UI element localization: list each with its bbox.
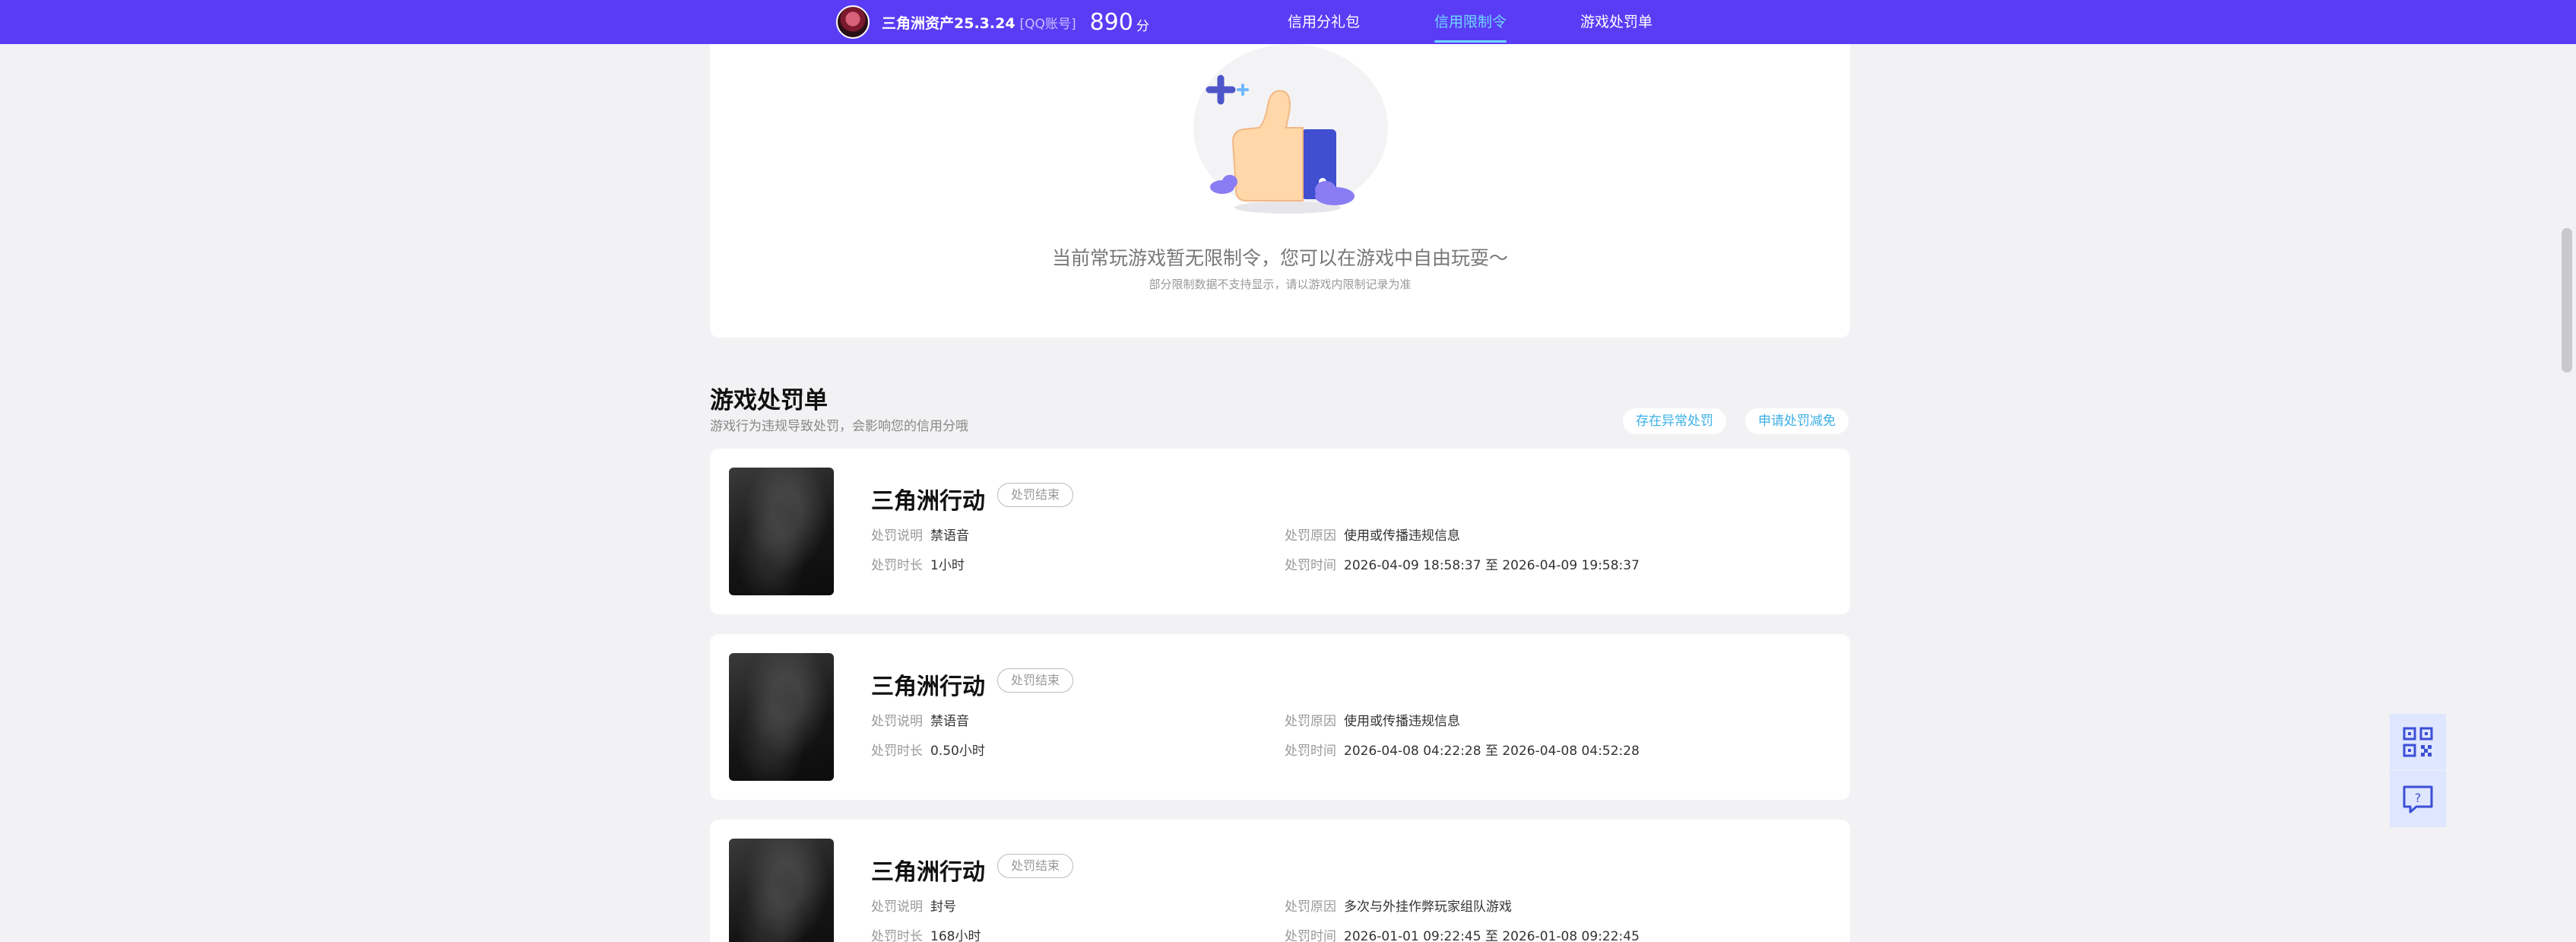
- penalty-time-row: 处罚时间 2026-01-01 09:22:45 至 2026-01-08 09:…: [1285, 925, 1640, 942]
- penalty-duration-label: 处罚时长: [871, 558, 923, 573]
- penalty-card[interactable]: 三角洲行动 处罚结束 处罚说明 禁语音 处罚时长 0.50小时 处罚原因 使用或传播违…: [710, 634, 1850, 800]
- penalty-reason-row: 处罚原因 使用或传播违规信息: [1285, 525, 1460, 544]
- section-title: 游戏处罚单: [710, 387, 828, 414]
- penalty-desc-value: 禁语音: [930, 528, 969, 544]
- penalty-desc-value: 封号: [930, 899, 956, 915]
- game-thumbnail: [729, 653, 834, 781]
- credit-score-unit: 分: [1136, 18, 1149, 34]
- penalty-time-label: 处罚时间: [1285, 558, 1336, 573]
- penalty-reason-label: 处罚原因: [1285, 714, 1336, 729]
- game-name: 三角洲行动: [871, 488, 985, 515]
- penalty-time-value: 2026-01-01 09:22:45 至 2026-01-08 09:22:4…: [1344, 929, 1640, 942]
- account-type: [QQ账号]: [1019, 16, 1076, 32]
- penalty-reason-label: 处罚原因: [1285, 528, 1336, 544]
- penalty-time-label: 处罚时间: [1285, 744, 1336, 759]
- penalty-duration-value: 168小时: [930, 929, 981, 942]
- penalty-time-row: 处罚时间 2026-04-08 04:22:28 至 2026-04-08 04:…: [1285, 740, 1640, 759]
- thumbs-up-illustration: [1193, 44, 1388, 214]
- penalty-card[interactable]: 三角洲行动 处罚结束 处罚说明 禁语音 处罚时长 1小时 处罚原因 使用或传播违规信息…: [710, 449, 1850, 614]
- penalty-duration-label: 处罚时长: [871, 929, 923, 942]
- penalty-duration-label: 处罚时长: [871, 744, 923, 759]
- penalty-desc-row: 处罚说明 禁语音: [871, 525, 969, 544]
- game-name: 三角洲行动: [871, 859, 985, 886]
- penalty-duration-value: 0.50小时: [930, 744, 985, 759]
- penalty-desc-label: 处罚说明: [871, 528, 923, 544]
- feedback-button[interactable]: ?: [2390, 771, 2446, 827]
- penalty-time-value: 2026-04-09 18:58:37 至 2026-04-09 19:58:3…: [1344, 558, 1640, 573]
- penalty-time-value: 2026-04-08 04:22:28 至 2026-04-08 04:52:2…: [1344, 744, 1640, 759]
- restriction-panel: 当前常玩游戏暂无限制令，您可以在游戏中自由玩耍～ 部分限制数据不支持显示，请以游…: [710, 44, 1850, 338]
- avatar[interactable]: [836, 5, 870, 39]
- help-chat-icon: ?: [2403, 785, 2433, 814]
- status-badge: 处罚结束: [997, 483, 1074, 507]
- penalty-time-row: 处罚时间 2026-04-09 18:58:37 至 2026-04-09 19:…: [1285, 554, 1640, 573]
- qr-code-button[interactable]: [2390, 714, 2446, 770]
- penalty-desc-label: 处罚说明: [871, 899, 923, 915]
- svg-text:?: ?: [2415, 791, 2422, 805]
- scrollbar-thumb[interactable]: [2562, 228, 2572, 373]
- penalty-duration-row: 处罚时长 0.50小时: [871, 740, 985, 759]
- game-thumbnail: [729, 468, 834, 595]
- game-name: 三角洲行动: [871, 674, 985, 700]
- user-nickname: 三角洲资产25.3.24: [882, 14, 1016, 32]
- penalty-reason-value: 多次与外挂作弊玩家组队游戏: [1344, 899, 1512, 915]
- penalty-desc-row: 处罚说明 禁语音: [871, 710, 969, 729]
- section-subtitle: 游戏行为违规导致处罚，会影响您的信用分哦: [710, 419, 968, 434]
- top-navigation-bar: 三角洲资产25.3.24 [QQ账号] 890 分 信用分礼包 信用限制令 游戏…: [0, 0, 2576, 44]
- penalty-reason-label: 处罚原因: [1285, 899, 1336, 915]
- penalty-reason-row: 处罚原因 使用或传播违规信息: [1285, 710, 1460, 729]
- empty-state-message: 当前常玩游戏暂无限制令，您可以在游戏中自由玩耍～: [1051, 247, 1508, 269]
- penalty-desc-row: 处罚说明 封号: [871, 896, 956, 915]
- penalty-reason-value: 使用或传播违规信息: [1344, 528, 1460, 544]
- penalty-duration-value: 1小时: [930, 558, 965, 573]
- penalty-duration-row: 处罚时长 1小时: [871, 554, 965, 573]
- penalty-duration-row: 处罚时长 168小时: [871, 925, 981, 942]
- penalty-desc-label: 处罚说明: [871, 714, 923, 729]
- status-badge: 处罚结束: [997, 854, 1074, 878]
- abnormal-penalty-button[interactable]: 存在异常处罚: [1623, 408, 1726, 434]
- penalty-time-label: 处罚时间: [1285, 929, 1336, 942]
- empty-state-note: 部分限制数据不支持显示，请以游戏内限制记录为准: [1149, 278, 1412, 291]
- penalty-desc-value: 禁语音: [930, 714, 969, 729]
- status-badge: 处罚结束: [997, 668, 1074, 693]
- apply-penalty-reduction-button[interactable]: 申请处罚减免: [1745, 408, 1849, 434]
- qr-code-icon: [2403, 727, 2433, 757]
- tab-credit-gift[interactable]: 信用分礼包: [1288, 0, 1360, 44]
- user-profile: 三角洲资产25.3.24 [QQ账号] 890 分: [836, 0, 1149, 44]
- tab-game-penalty[interactable]: 游戏处罚单: [1580, 0, 1652, 44]
- credit-score: 890: [1089, 8, 1133, 36]
- game-thumbnail: [729, 839, 834, 942]
- penalty-reason-row: 处罚原因 多次与外挂作弊玩家组队游戏: [1285, 896, 1512, 915]
- penalty-reason-value: 使用或传播违规信息: [1344, 714, 1460, 729]
- tab-credit-restriction[interactable]: 信用限制令: [1434, 0, 1507, 44]
- penalty-card[interactable]: 三角洲行动 处罚结束 处罚说明 封号 处罚时长 168小时 处罚原因 多次与外挂作弊玩…: [710, 820, 1850, 942]
